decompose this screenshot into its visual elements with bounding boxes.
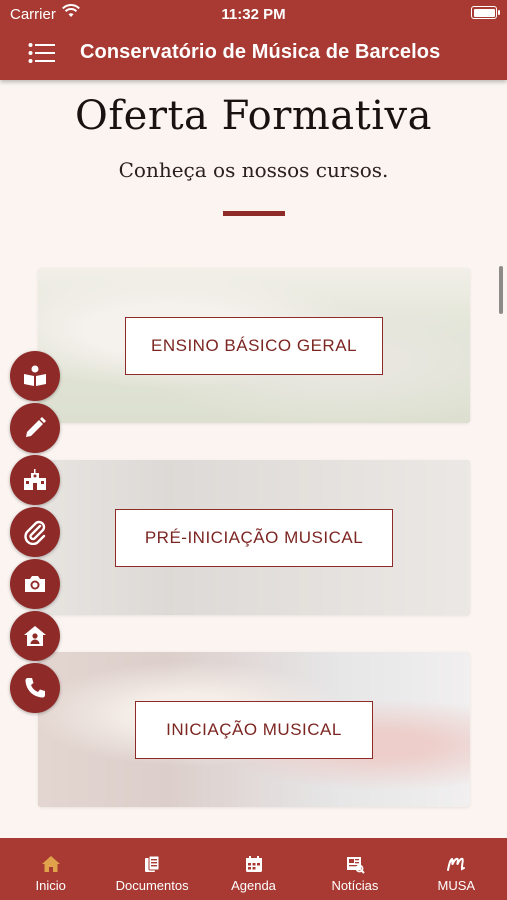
quick-gallery-button[interactable] bbox=[10, 559, 60, 609]
tab-label: Agenda bbox=[231, 878, 276, 893]
school-icon bbox=[24, 469, 46, 490]
tab-label: Inicio bbox=[35, 878, 66, 893]
camera-icon bbox=[25, 576, 45, 592]
news-icon bbox=[346, 857, 365, 874]
tab-noticias[interactable]: Notícias bbox=[304, 838, 405, 900]
calendar-icon bbox=[245, 856, 262, 872]
page-title: Oferta Formativa bbox=[75, 93, 432, 139]
course-button-iniciacao[interactable]: INICIAÇÃO MUSICAL bbox=[135, 700, 373, 759]
course-card-iniciacao[interactable]: INICIAÇÃO MUSICAL bbox=[38, 652, 470, 807]
app-title: Conservatório de Música de Barcelos bbox=[80, 41, 441, 63]
tab-label: MUSA bbox=[437, 878, 476, 893]
course-card-ensino-basico[interactable]: ENSINO BÁSICO GERAL bbox=[38, 268, 470, 423]
tab-documentos[interactable]: Documentos bbox=[101, 838, 202, 900]
page-subtitle: Conheça os nossos cursos. bbox=[118, 158, 389, 182]
bottom-tab-bar: Inicio Documentos Agenda Notícias MUSA bbox=[0, 838, 507, 900]
quick-book-button[interactable] bbox=[10, 351, 60, 401]
tab-musa[interactable]: MUSA bbox=[406, 838, 507, 900]
quick-attachments-button[interactable] bbox=[10, 507, 60, 557]
home-icon bbox=[41, 856, 60, 872]
tab-label: Documentos bbox=[115, 878, 189, 893]
quick-edit-button[interactable] bbox=[10, 403, 60, 453]
book-reader-icon bbox=[24, 365, 46, 386]
clock: 11:32 PM bbox=[221, 6, 286, 23]
phone-icon bbox=[25, 678, 45, 698]
tab-inicio[interactable]: Inicio bbox=[0, 838, 101, 900]
quick-school-button[interactable] bbox=[10, 455, 60, 505]
tab-label: Notícias bbox=[331, 878, 379, 893]
course-button-pre-iniciacao[interactable]: PRÉ-INICIAÇÃO MUSICAL bbox=[115, 508, 393, 567]
course-button-ensino-basico[interactable]: ENSINO BÁSICO GERAL bbox=[125, 316, 383, 375]
battery-icon bbox=[471, 6, 500, 19]
home-user-icon bbox=[24, 626, 46, 646]
menu-list-icon[interactable] bbox=[28, 42, 56, 64]
app-header: Carrier 11:32 PM Conservatório de Música… bbox=[0, 0, 507, 80]
tab-agenda[interactable]: Agenda bbox=[203, 838, 304, 900]
paperclip-icon bbox=[24, 520, 46, 545]
title-divider bbox=[223, 211, 285, 216]
documents-icon bbox=[145, 855, 160, 872]
quick-home-button[interactable] bbox=[10, 611, 60, 661]
quick-call-button[interactable] bbox=[10, 663, 60, 713]
scrollbar[interactable] bbox=[499, 266, 503, 314]
status-bar: Carrier 11:32 PM bbox=[0, 0, 507, 28]
pencil-icon bbox=[26, 417, 46, 437]
musa-logo-icon bbox=[447, 857, 466, 871]
course-card-pre-iniciacao[interactable]: PRÉ-INICIAÇÃO MUSICAL bbox=[38, 460, 470, 615]
